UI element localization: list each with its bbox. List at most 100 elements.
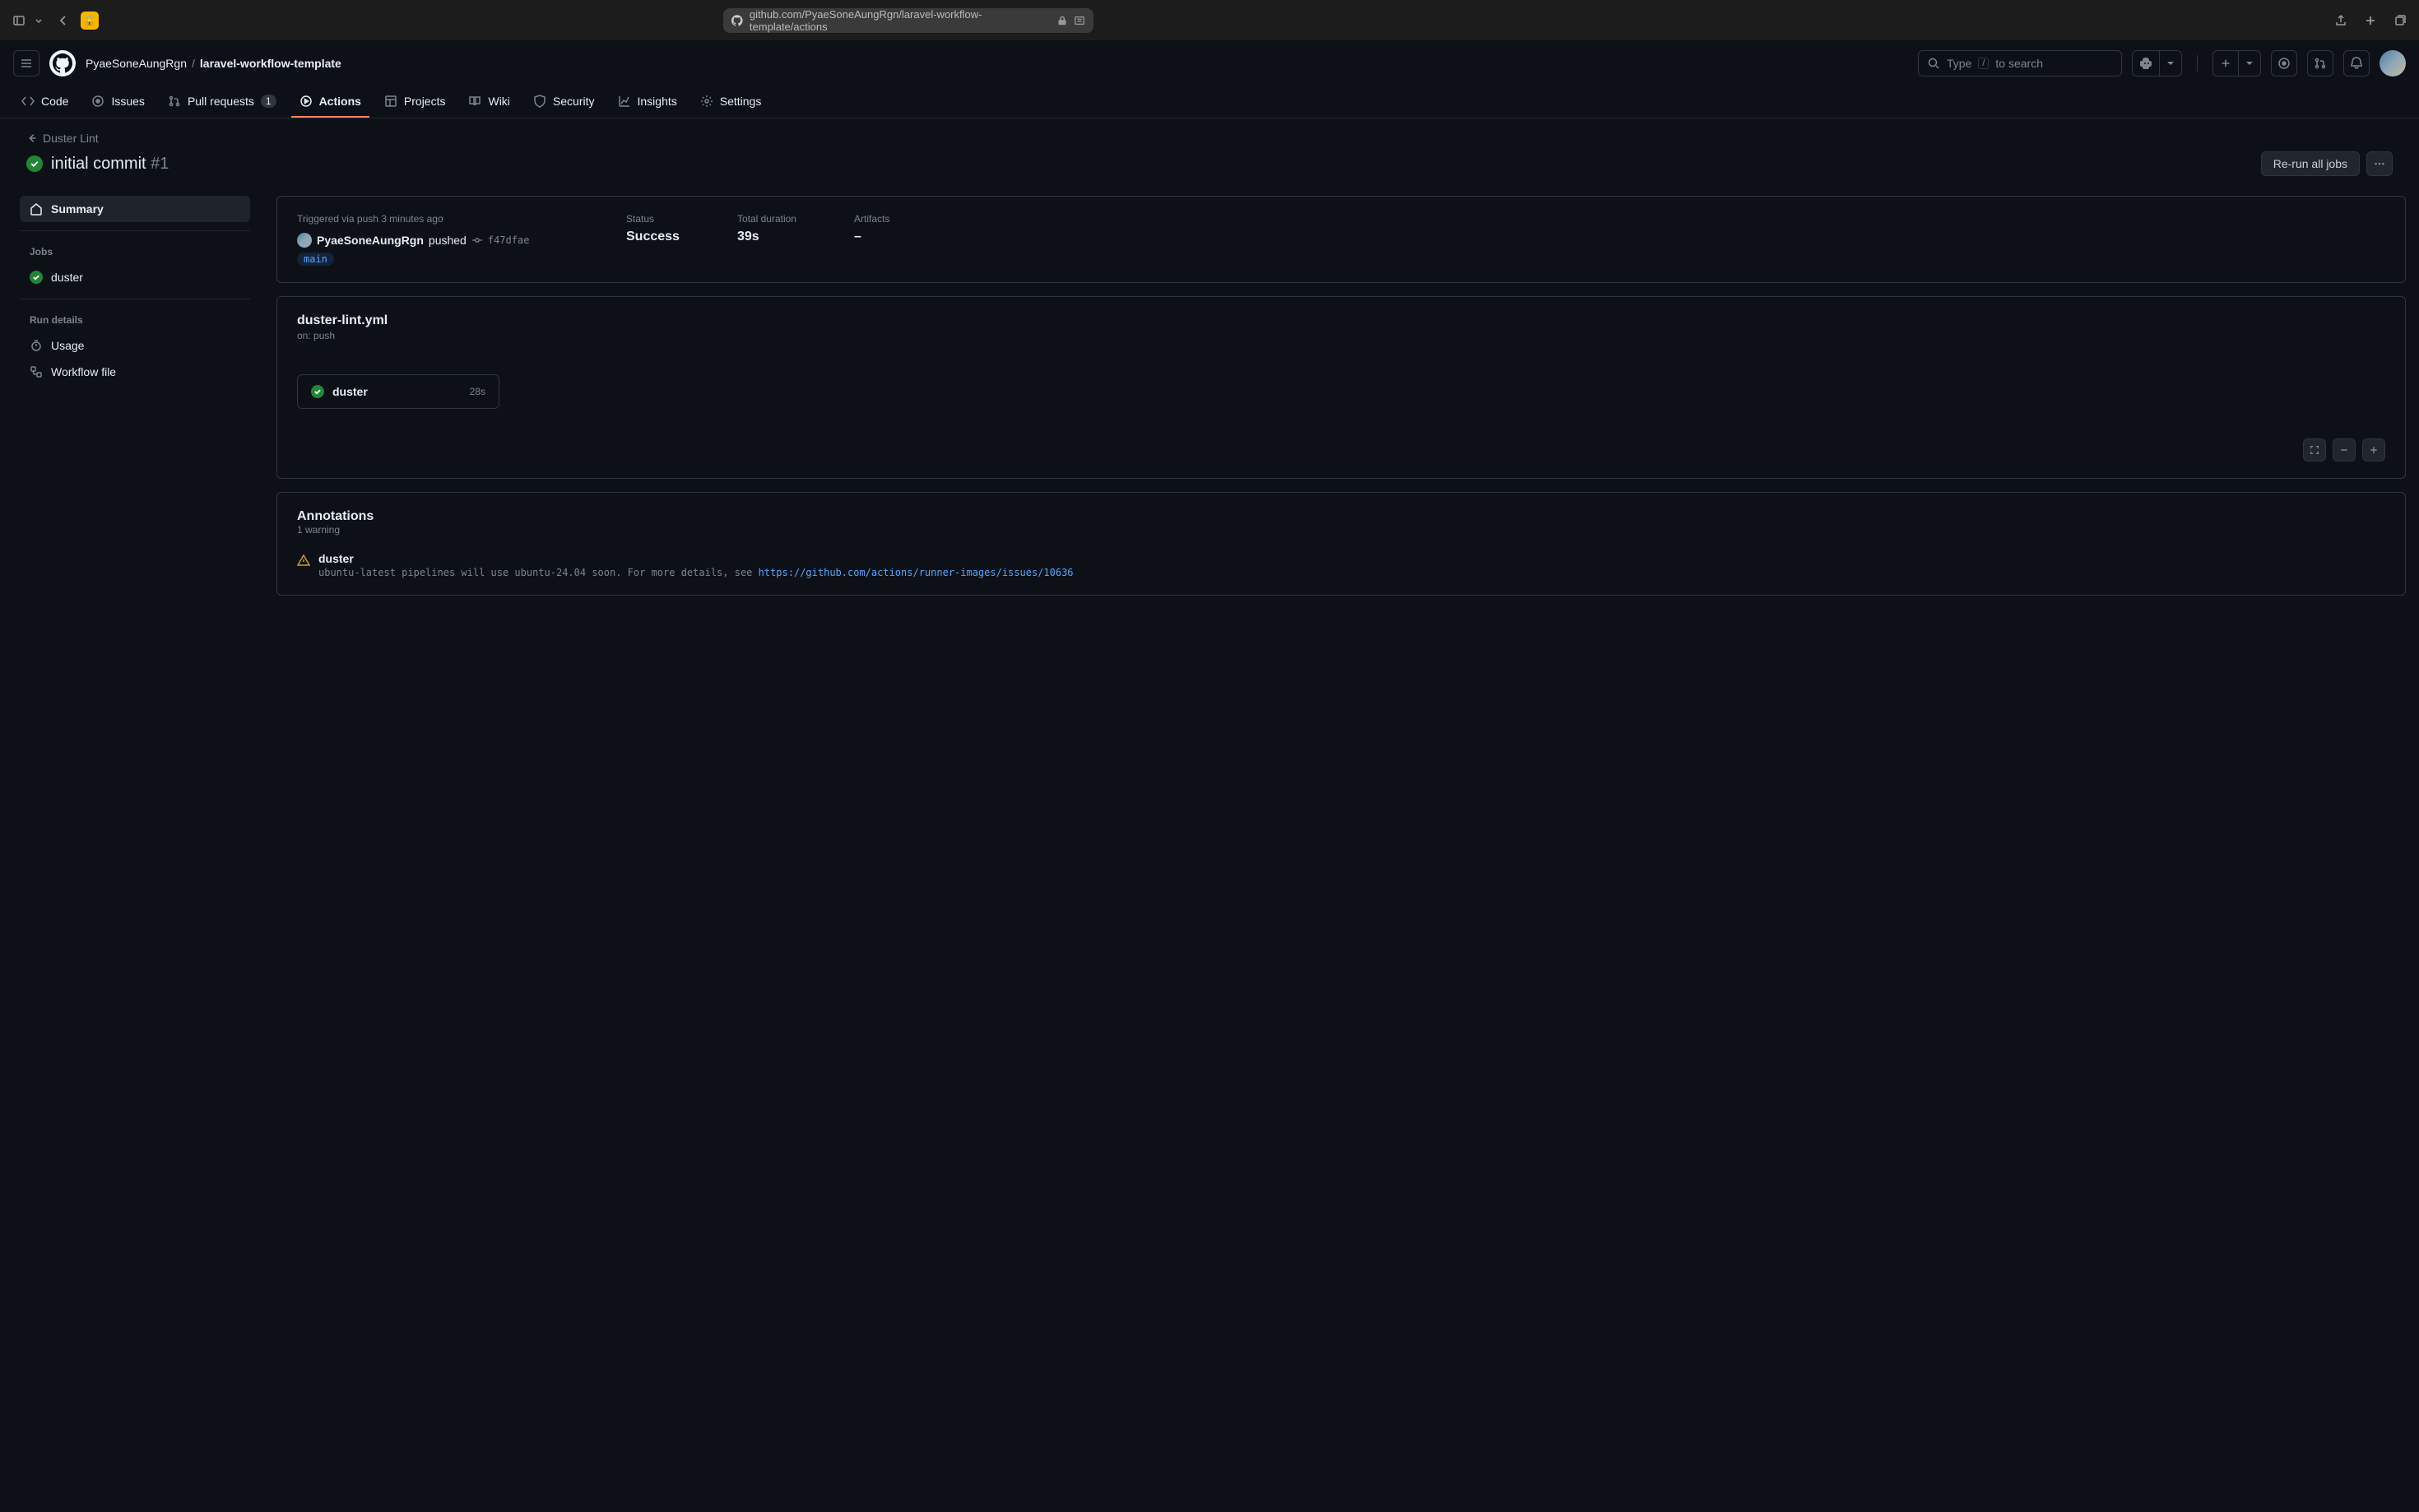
owner-link[interactable]: PyaeSoneAungRgn xyxy=(86,57,187,70)
hamburger-button[interactable] xyxy=(13,50,39,77)
copilot-dropdown[interactable] xyxy=(2159,50,2182,77)
commit-sha[interactable]: f47dfae xyxy=(488,234,530,246)
issues-button[interactable] xyxy=(2271,50,2297,77)
search-icon xyxy=(1927,57,1940,70)
rerun-button[interactable]: Re-run all jobs xyxy=(2261,151,2360,176)
back-icon[interactable] xyxy=(56,13,71,28)
actor-avatar[interactable] xyxy=(297,233,312,248)
tab-pull-requests[interactable]: Pull requests 1 xyxy=(160,86,285,118)
more-button[interactable] xyxy=(2366,151,2393,176)
sidebar-job-duster[interactable]: duster xyxy=(20,264,250,290)
actor-action: pushed xyxy=(429,234,467,247)
job-time: 28s xyxy=(470,386,485,397)
url-bar[interactable]: github.com/PyaeSoneAungRgn/laravel-workf… xyxy=(723,8,1093,33)
notifications-button[interactable] xyxy=(2343,50,2370,77)
divider xyxy=(2197,55,2198,72)
annotation-link[interactable]: https://github.com/actions/runner-images… xyxy=(759,567,1074,578)
browser-chrome: 🔒 github.com/PyaeSoneAungRgn/laravel-wor… xyxy=(0,0,2419,40)
github-logo[interactable] xyxy=(49,50,76,77)
commit-icon xyxy=(471,234,483,246)
lock-icon xyxy=(1057,16,1067,26)
tab-insights[interactable]: Insights xyxy=(610,86,685,118)
shield-icon xyxy=(533,95,546,108)
tab-wiki[interactable]: Wiki xyxy=(460,86,518,118)
copilot-button[interactable] xyxy=(2132,50,2159,77)
actor-name[interactable]: PyaeSoneAungRgn xyxy=(317,234,424,247)
warning-icon xyxy=(297,554,310,567)
duration-label: Total duration xyxy=(737,213,796,225)
sidebar: Summary Jobs duster Run details Usage Wo… xyxy=(13,196,257,609)
fullscreen-icon xyxy=(2309,444,2320,456)
tab-issues[interactable]: Issues xyxy=(83,86,152,118)
arrow-left-icon xyxy=(26,132,38,144)
annotation-source: duster xyxy=(318,552,1074,565)
minus-icon xyxy=(2339,445,2349,455)
kebab-icon xyxy=(2374,158,2385,169)
book-icon xyxy=(468,95,481,108)
create-dropdown[interactable] xyxy=(2238,50,2261,77)
sidebar-item-usage[interactable]: Usage xyxy=(20,332,250,359)
artifacts-label: Artifacts xyxy=(854,213,889,225)
sidebar-item-workflow-file[interactable]: Workflow file xyxy=(20,359,250,385)
status-success-icon xyxy=(311,385,324,398)
summary-card: Triggered via push 3 minutes ago PyaeSon… xyxy=(276,196,2406,283)
plus-icon[interactable] xyxy=(2363,13,2378,28)
jobs-heading: Jobs xyxy=(20,239,250,264)
annotation-item[interactable]: duster ubuntu-latest pipelines will use … xyxy=(297,552,2385,578)
branch-tag[interactable]: main xyxy=(297,253,334,266)
workflow-icon xyxy=(30,365,43,378)
content: Triggered via push 3 minutes ago PyaeSon… xyxy=(276,196,2406,609)
github-header: PyaeSoneAungRgn / laravel-workflow-templ… xyxy=(0,40,2419,86)
avatar[interactable] xyxy=(2380,50,2406,77)
workflow-trigger: on: push xyxy=(297,330,2385,341)
divider xyxy=(20,230,250,231)
breadcrumb: PyaeSoneAungRgn / laravel-workflow-templ… xyxy=(86,57,341,70)
status-success-icon xyxy=(26,155,43,172)
prs-button[interactable] xyxy=(2307,50,2333,77)
pr-count: 1 xyxy=(261,95,276,108)
run-details-heading: Run details xyxy=(20,308,250,332)
tabs-icon[interactable] xyxy=(2393,13,2407,28)
job-card-duster[interactable]: duster 28s xyxy=(297,374,499,409)
stopwatch-icon xyxy=(30,339,43,352)
sidebar-item-summary[interactable]: Summary xyxy=(20,196,250,222)
tab-settings[interactable]: Settings xyxy=(692,86,770,118)
trigger-text: Triggered via push 3 minutes ago xyxy=(297,213,569,225)
reader-icon[interactable] xyxy=(1074,15,1085,26)
tab-actions[interactable]: Actions xyxy=(291,86,369,118)
search-input[interactable]: Type / to search xyxy=(1918,50,2122,77)
graph-icon xyxy=(618,95,631,108)
breadcrumb-separator: / xyxy=(192,57,195,70)
status-value: Success xyxy=(626,230,680,244)
annotations-card: Annotations 1 warning duster ubuntu-late… xyxy=(276,492,2406,596)
annotation-message: ubuntu-latest pipelines will use ubuntu-… xyxy=(318,567,1074,578)
create-button[interactable] xyxy=(2212,50,2238,77)
annotations-title: Annotations xyxy=(297,509,2385,524)
zoom-out-button[interactable] xyxy=(2333,438,2356,461)
issues-icon xyxy=(91,95,104,108)
gear-icon xyxy=(700,95,713,108)
job-name: duster xyxy=(332,385,462,398)
page-header: Duster Lint initial commit #1 Re-run all… xyxy=(0,118,2419,183)
workflow-name: duster-lint.yml xyxy=(297,313,2385,328)
duration-value: 39s xyxy=(737,230,796,244)
tab-projects[interactable]: Projects xyxy=(376,86,454,118)
back-link[interactable]: Duster Lint xyxy=(26,132,2393,145)
plus-icon xyxy=(2369,445,2379,455)
workflow-card: duster-lint.yml on: push duster 28s xyxy=(276,296,2406,479)
pr-icon xyxy=(168,95,181,108)
tab-security[interactable]: Security xyxy=(525,86,603,118)
fullscreen-button[interactable] xyxy=(2303,438,2326,461)
sidebar-icon[interactable] xyxy=(12,13,26,28)
run-title: initial commit #1 xyxy=(51,155,169,174)
projects-icon xyxy=(384,95,397,108)
share-icon[interactable] xyxy=(2333,13,2348,28)
zoom-in-button[interactable] xyxy=(2362,438,2385,461)
bookmark-emoji[interactable]: 🔒 xyxy=(81,12,99,30)
status-label: Status xyxy=(626,213,680,225)
repo-link[interactable]: laravel-workflow-template xyxy=(200,57,341,70)
tab-code[interactable]: Code xyxy=(13,86,77,118)
status-success-icon xyxy=(30,271,43,284)
play-icon xyxy=(299,95,313,108)
chevron-down-icon[interactable] xyxy=(31,13,46,28)
